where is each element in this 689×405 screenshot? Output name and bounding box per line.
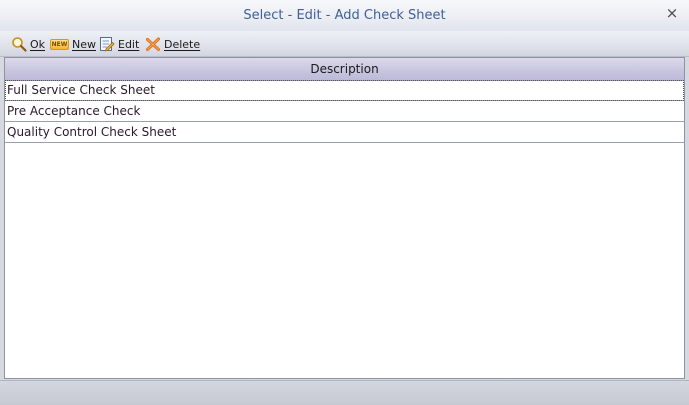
delete-button[interactable]: Delete [145, 36, 200, 52]
window-title: Select - Edit - Add Check Sheet [243, 8, 446, 23]
check-sheet-grid: Description Full Service Check Sheet Pre… [4, 57, 685, 379]
ok-button[interactable]: Ok [11, 36, 45, 52]
edit-button[interactable]: Edit [99, 36, 139, 52]
grid-rows: Full Service Check Sheet Pre Acceptance … [5, 80, 684, 143]
new-badge-icon: NEW [50, 39, 69, 50]
edit-label: Edit [118, 37, 140, 51]
table-row[interactable]: Pre Acceptance Check [5, 101, 684, 122]
new-label: New [72, 37, 96, 51]
table-row[interactable]: Quality Control Check Sheet [5, 122, 684, 143]
delete-x-icon [145, 36, 161, 52]
new-button[interactable]: NEW New [50, 36, 96, 52]
magnifier-icon [11, 36, 27, 52]
delete-label: Delete [164, 37, 201, 51]
column-header-description[interactable]: Description [5, 58, 684, 81]
edit-document-icon [99, 36, 115, 52]
close-icon[interactable]: × [665, 6, 679, 21]
status-bar [0, 380, 689, 405]
ok-label: Ok [30, 37, 46, 51]
title-bar: Select - Edit - Add Check Sheet × [0, 0, 689, 32]
table-row[interactable]: Full Service Check Sheet [5, 80, 684, 101]
check-sheet-dialog: Select - Edit - Add Check Sheet × Ok NEW… [0, 0, 689, 405]
toolbar: Ok NEW New Edit Delete [0, 31, 689, 57]
